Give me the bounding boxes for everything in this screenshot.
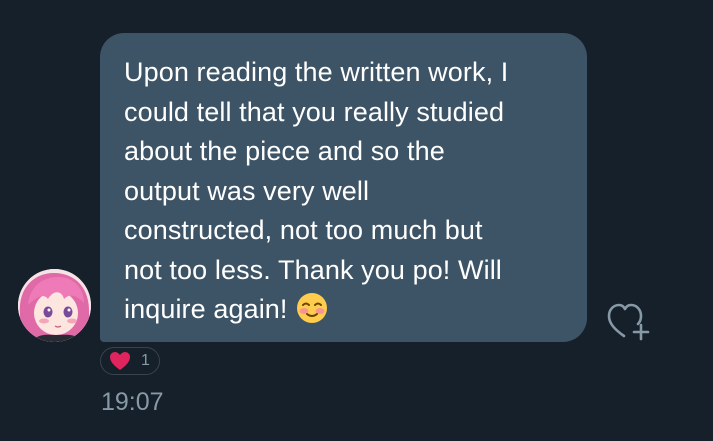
red-heart-icon — [110, 352, 130, 370]
message-bubble[interactable]: Upon reading the written work, I could t… — [100, 33, 587, 342]
message-line: could tell that you really studied — [124, 96, 505, 127]
add-reaction-button[interactable] — [604, 298, 652, 342]
message-line: constructed, not too much but — [124, 215, 483, 245]
message-line: output was very well — [124, 175, 370, 206]
heart-plus-icon — [607, 303, 650, 341]
message-line: not too less. Thank you po! Will — [124, 254, 502, 285]
smiling-face-with-blush-emoji-icon — [296, 292, 328, 324]
message-line: Upon reading the written work, I — [124, 57, 509, 87]
message-timestamp: 19:07 — [101, 388, 164, 416]
reaction-pill[interactable]: 1 — [100, 347, 160, 375]
message-text: Upon reading the written work, I could t… — [124, 53, 565, 330]
message-line-last: inquire again! — [124, 290, 565, 330]
message-line: inquire again! — [124, 294, 288, 324]
reaction-count: 1 — [141, 352, 150, 369]
sender-avatar[interactable] — [18, 269, 91, 342]
message-line: about the piece and so the — [124, 136, 445, 166]
